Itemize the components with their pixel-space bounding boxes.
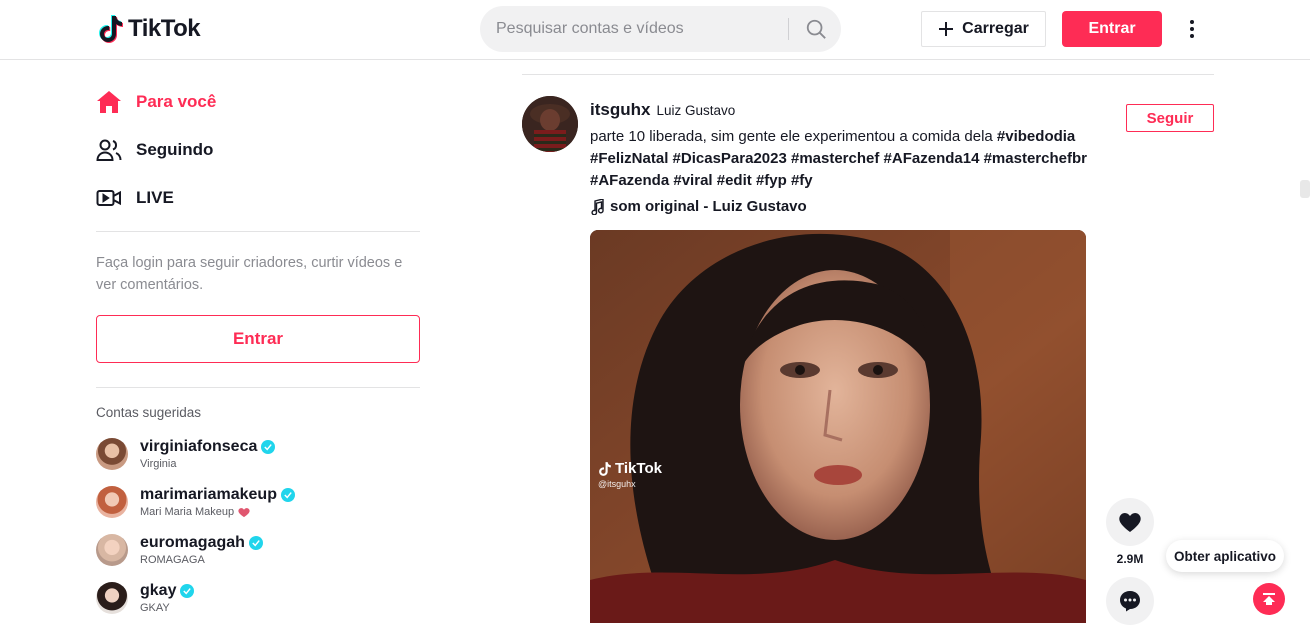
search-button[interactable] [790, 6, 841, 52]
comment-button[interactable] [1106, 577, 1154, 625]
avatar [96, 438, 128, 470]
get-app-button[interactable]: Obter aplicativo [1166, 540, 1284, 572]
hashtag-link[interactable]: #viral [673, 172, 712, 189]
video-player[interactable] [590, 230, 1086, 623]
music-link[interactable]: som original - Luiz Gustavo [590, 198, 807, 215]
hashtag-link[interactable]: #fyp [756, 172, 787, 189]
arrow-up-icon [1263, 593, 1275, 605]
post-nickname: Luiz Gustavo [656, 103, 736, 118]
account-display-name: GKAY [140, 602, 170, 614]
suggested-account-item[interactable]: euromagagah ROMAGAGA [96, 530, 420, 570]
nav-following-label: Seguindo [136, 140, 214, 159]
hashtag-link[interactable]: #masterchef [791, 150, 879, 167]
post-caption: parte 10 liberada, sim gente ele experim… [590, 126, 1110, 192]
heart-icon [1119, 513, 1141, 532]
login-button[interactable]: Entrar [1062, 11, 1162, 47]
suggested-account-item[interactable]: virginiafonseca Virginia [96, 434, 420, 474]
hashtag-link[interactable]: #DicasPara2023 [673, 150, 787, 167]
nav-for-you-label: Para você [136, 92, 217, 111]
live-icon [96, 184, 124, 212]
hashtag-link[interactable]: #vibedodia [997, 128, 1075, 145]
tiktok-logo[interactable]: TikTok [98, 14, 201, 44]
search-input[interactable] [496, 6, 786, 52]
nav-following[interactable]: Seguindo [96, 132, 213, 168]
post-username[interactable]: itsguhx [590, 100, 650, 120]
sidebar-login-button[interactable]: Entrar [96, 315, 420, 363]
upload-button[interactable]: Carregar [921, 11, 1046, 47]
nav-live-label: LIVE [136, 188, 174, 207]
home-icon [96, 88, 124, 116]
caption-text: parte 10 liberada, sim gente ele experim… [590, 128, 997, 145]
page-scrollbar[interactable] [1300, 180, 1310, 198]
hashtag-link[interactable]: #AFazenda14 [884, 150, 980, 167]
post-author-avatar[interactable] [522, 96, 578, 152]
following-icon [96, 136, 124, 164]
hashtag-link[interactable]: #fy [791, 172, 813, 189]
sidebar: Para você Seguindo LIVE Faça login para … [96, 60, 420, 623]
logo-text: TikTok [128, 15, 201, 42]
heart-icon [238, 507, 250, 517]
avatar [96, 486, 128, 518]
account-username: marimariamakeup [140, 486, 277, 503]
more-menu-button[interactable] [1180, 16, 1204, 42]
suggested-account-item[interactable]: marimariamakeup Mari Maria Makeup [96, 482, 420, 522]
hashtag-link[interactable]: #AFazenda [590, 172, 669, 189]
account-display-name: ROMAGAGA [140, 554, 205, 566]
video-watermark: TikTok @itsguhx [598, 460, 662, 489]
avatar [96, 582, 128, 614]
music-title: som original - Luiz Gustavo [610, 198, 807, 215]
account-display-name: Virginia [140, 458, 177, 470]
sidebar-divider [96, 387, 420, 388]
feed-divider [522, 74, 1214, 75]
like-button[interactable] [1106, 498, 1154, 546]
tiktok-logo-icon [99, 15, 123, 43]
follow-button[interactable]: Seguir [1126, 104, 1214, 132]
suggested-accounts-title: Contas sugeridas [96, 405, 202, 420]
hashtag-link[interactable]: #edit [717, 172, 752, 189]
watermark-handle: @itsguhx [598, 479, 636, 489]
watermark-logo-text: TikTok [615, 460, 662, 477]
nav-live[interactable]: LIVE [96, 180, 174, 216]
sidebar-divider [96, 231, 420, 232]
suggested-account-item[interactable]: gkay GKAY [96, 578, 420, 618]
verified-badge-icon [248, 536, 263, 550]
video-frame [590, 230, 1086, 623]
music-note-icon [591, 198, 604, 215]
login-hint-text: Faça login para seguir criadores, curtir… [96, 255, 403, 293]
search-icon [806, 19, 826, 39]
hashtag-link[interactable]: #masterchefbr [984, 150, 1087, 167]
top-bar: TikTok Carregar Entrar [0, 0, 1310, 60]
verified-badge-icon [261, 440, 276, 454]
more-vertical-icon [1190, 20, 1194, 38]
verified-badge-icon [280, 488, 295, 502]
post-header: itsguhx Luiz Gustavo [590, 100, 735, 120]
avatar [96, 534, 128, 566]
account-username: euromagagah [140, 534, 245, 551]
account-display-name-row: Mari Maria Makeup [140, 506, 295, 518]
hashtag-link[interactable]: #FelizNatal [590, 150, 668, 167]
comment-icon [1120, 591, 1140, 612]
account-username: virginiafonseca [140, 438, 258, 455]
like-count: 2.9M [1116, 552, 1144, 566]
search-bar [480, 6, 841, 52]
nav-for-you[interactable]: Para você [96, 84, 216, 120]
verified-badge-icon [180, 584, 195, 598]
search-divider [788, 18, 789, 40]
account-username: gkay [140, 582, 177, 599]
upload-label: Carregar [962, 20, 1029, 37]
account-display-name: Mari Maria Makeup [140, 506, 235, 518]
plus-icon [939, 22, 954, 36]
back-to-top-button[interactable] [1253, 583, 1285, 615]
tiktok-watermark-icon [599, 461, 611, 476]
